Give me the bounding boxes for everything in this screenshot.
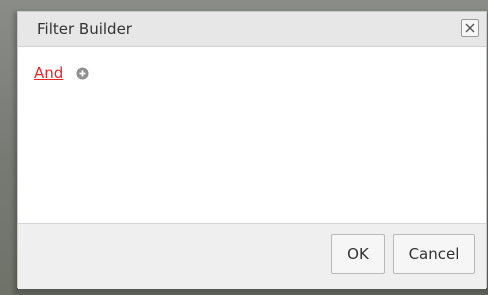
close-icon [465, 23, 475, 33]
cancel-button[interactable]: Cancel [393, 234, 475, 274]
close-button[interactable] [461, 19, 479, 37]
plus-circle-icon[interactable] [76, 67, 89, 80]
dialog-footer: OK Cancel [18, 223, 486, 289]
dialog-titlebar: Filter Builder [18, 12, 486, 47]
filter-content: And [18, 47, 486, 223]
group-operator-link[interactable]: And [34, 63, 63, 83]
dialog-title: Filter Builder [37, 20, 132, 38]
ok-button[interactable]: OK [331, 234, 385, 274]
filter-builder-dialog: Filter Builder And OK Cancel [17, 11, 487, 289]
